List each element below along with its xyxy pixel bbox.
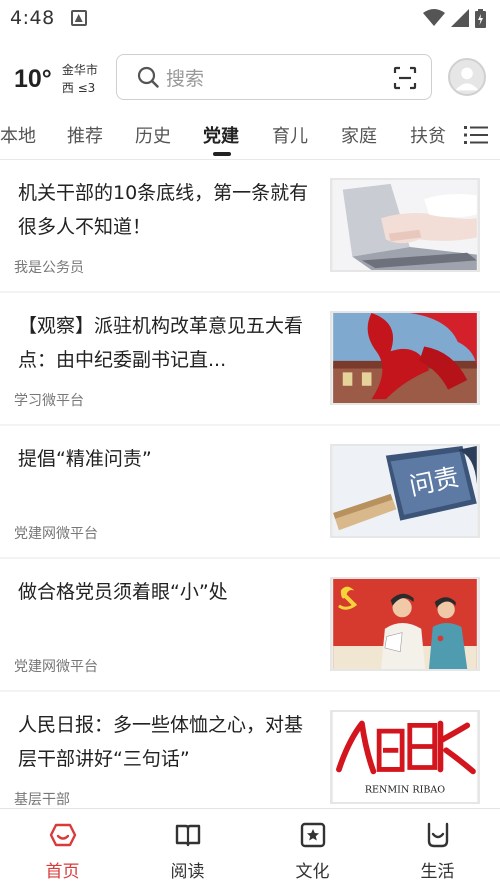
- nav-home[interactable]: 首页: [0, 809, 125, 888]
- article-thumbnail: 问责: [330, 444, 480, 538]
- renmin-ribao-logo: RENMIN RIBAO: [333, 712, 477, 802]
- article-thumbnail: RENMIN RIBAO: [330, 710, 480, 804]
- article-title: 人民日报：多一些体恤之心，对基层干部讲好“三句话”: [18, 714, 304, 770]
- article-title: 做合格党员须着眼“小”处: [18, 581, 228, 603]
- status-bar: 4:48: [0, 0, 500, 36]
- tab-parenting[interactable]: 育儿: [272, 122, 308, 148]
- party-members-image: [333, 579, 477, 669]
- article-title: 【观察】派驻机构改革意见五大看点：由中纪委副书记直...: [18, 315, 304, 371]
- article-item[interactable]: 提倡“精准问责” 党建网微平台 问责: [0, 426, 500, 557]
- nav-home-label: 首页: [45, 862, 80, 882]
- accountability-hammer-image: 问责: [333, 446, 477, 536]
- notification-icon: [70, 10, 87, 26]
- article-title: 机关干部的10条底线，第一条就有很多人不知道！: [18, 182, 309, 238]
- star-icon: [300, 822, 326, 848]
- channel-tabs: 本地 推荐 历史 党建 育儿 家庭 扶贫: [0, 112, 500, 160]
- weather-widget[interactable]: 10° 金华市 西 ≤3: [14, 61, 112, 97]
- logo-caption: RENMIN RIBAO: [365, 784, 445, 795]
- nav-culture-label: 文化: [295, 862, 330, 882]
- article-item[interactable]: 机关干部的10条底线，第一条就有很多人不知道！ 我是公务员: [0, 160, 500, 291]
- avatar[interactable]: [448, 58, 486, 96]
- book-icon: [175, 824, 201, 847]
- article-source: 党建网微平台: [14, 526, 98, 542]
- wifi-icon: [423, 9, 445, 26]
- search-icon: [137, 66, 159, 88]
- nav-life[interactable]: 生活: [375, 809, 500, 888]
- home-icon: [49, 823, 77, 847]
- article-thumbnail: [330, 311, 480, 405]
- battery-icon: [475, 8, 486, 28]
- news-feed: 机关干部的10条底线，第一条就有很多人不知道！ 我是公务员 【观察】派驻机构改革…: [0, 160, 500, 808]
- tab-recommend[interactable]: 推荐: [67, 122, 103, 148]
- article-item[interactable]: 做合格党员须着眼“小”处 党建网微平台: [0, 559, 500, 690]
- article-thumbnail: [330, 577, 480, 671]
- nav-culture[interactable]: 文化: [250, 809, 375, 888]
- smile-bag-icon: [427, 822, 449, 848]
- channel-menu-icon[interactable]: [464, 124, 488, 146]
- article-title: 提倡“精准问责”: [18, 448, 152, 470]
- signal-icon: [451, 9, 469, 27]
- article-source: 学习微平台: [14, 393, 84, 409]
- app-screen: 4:48 10° 金华市 西 ≤3 搜索 本地 推荐 历史 党建 育儿 家庭 扶…: [0, 0, 500, 888]
- red-flags-image: [333, 313, 477, 403]
- nav-reading-label: 阅读: [170, 862, 205, 882]
- status-time: 4:48: [10, 7, 55, 29]
- city-name: 金华市: [61, 63, 98, 77]
- article-source: 我是公务员: [14, 260, 84, 276]
- tab-poverty-relief[interactable]: 扶贫: [410, 122, 446, 148]
- wind-info: 西 ≤3: [61, 81, 96, 95]
- tab-history[interactable]: 历史: [135, 122, 171, 148]
- article-item[interactable]: 【观察】派驻机构改革意见五大看点：由中纪委副书记直... 学习微平台: [0, 293, 500, 424]
- header: 10° 金华市 西 ≤3 搜索: [0, 50, 500, 108]
- search-placeholder: 搜索: [166, 67, 205, 90]
- tab-local[interactable]: 本地: [0, 122, 36, 148]
- scan-icon[interactable]: [393, 66, 417, 90]
- temperature: 10°: [14, 64, 52, 93]
- user-avatar-icon: [455, 67, 479, 91]
- tab-party-building[interactable]: 党建: [203, 122, 239, 148]
- nav-life-label: 生活: [420, 862, 455, 882]
- nav-reading[interactable]: 阅读: [125, 809, 250, 888]
- article-thumbnail: [330, 178, 480, 272]
- article-source: 基层干部: [14, 792, 70, 808]
- article-source: 党建网微平台: [14, 659, 98, 675]
- tab-family[interactable]: 家庭: [341, 122, 377, 148]
- search-input[interactable]: 搜索: [116, 54, 432, 100]
- active-tab-indicator: [213, 152, 231, 156]
- article-item[interactable]: 人民日报：多一些体恤之心，对基层干部讲好“三句话” 基层干部 RENMIN RI…: [0, 692, 500, 808]
- laptop-typing-image: [333, 180, 477, 270]
- bottom-navigation: 首页 阅读 文化 生活: [0, 808, 500, 888]
